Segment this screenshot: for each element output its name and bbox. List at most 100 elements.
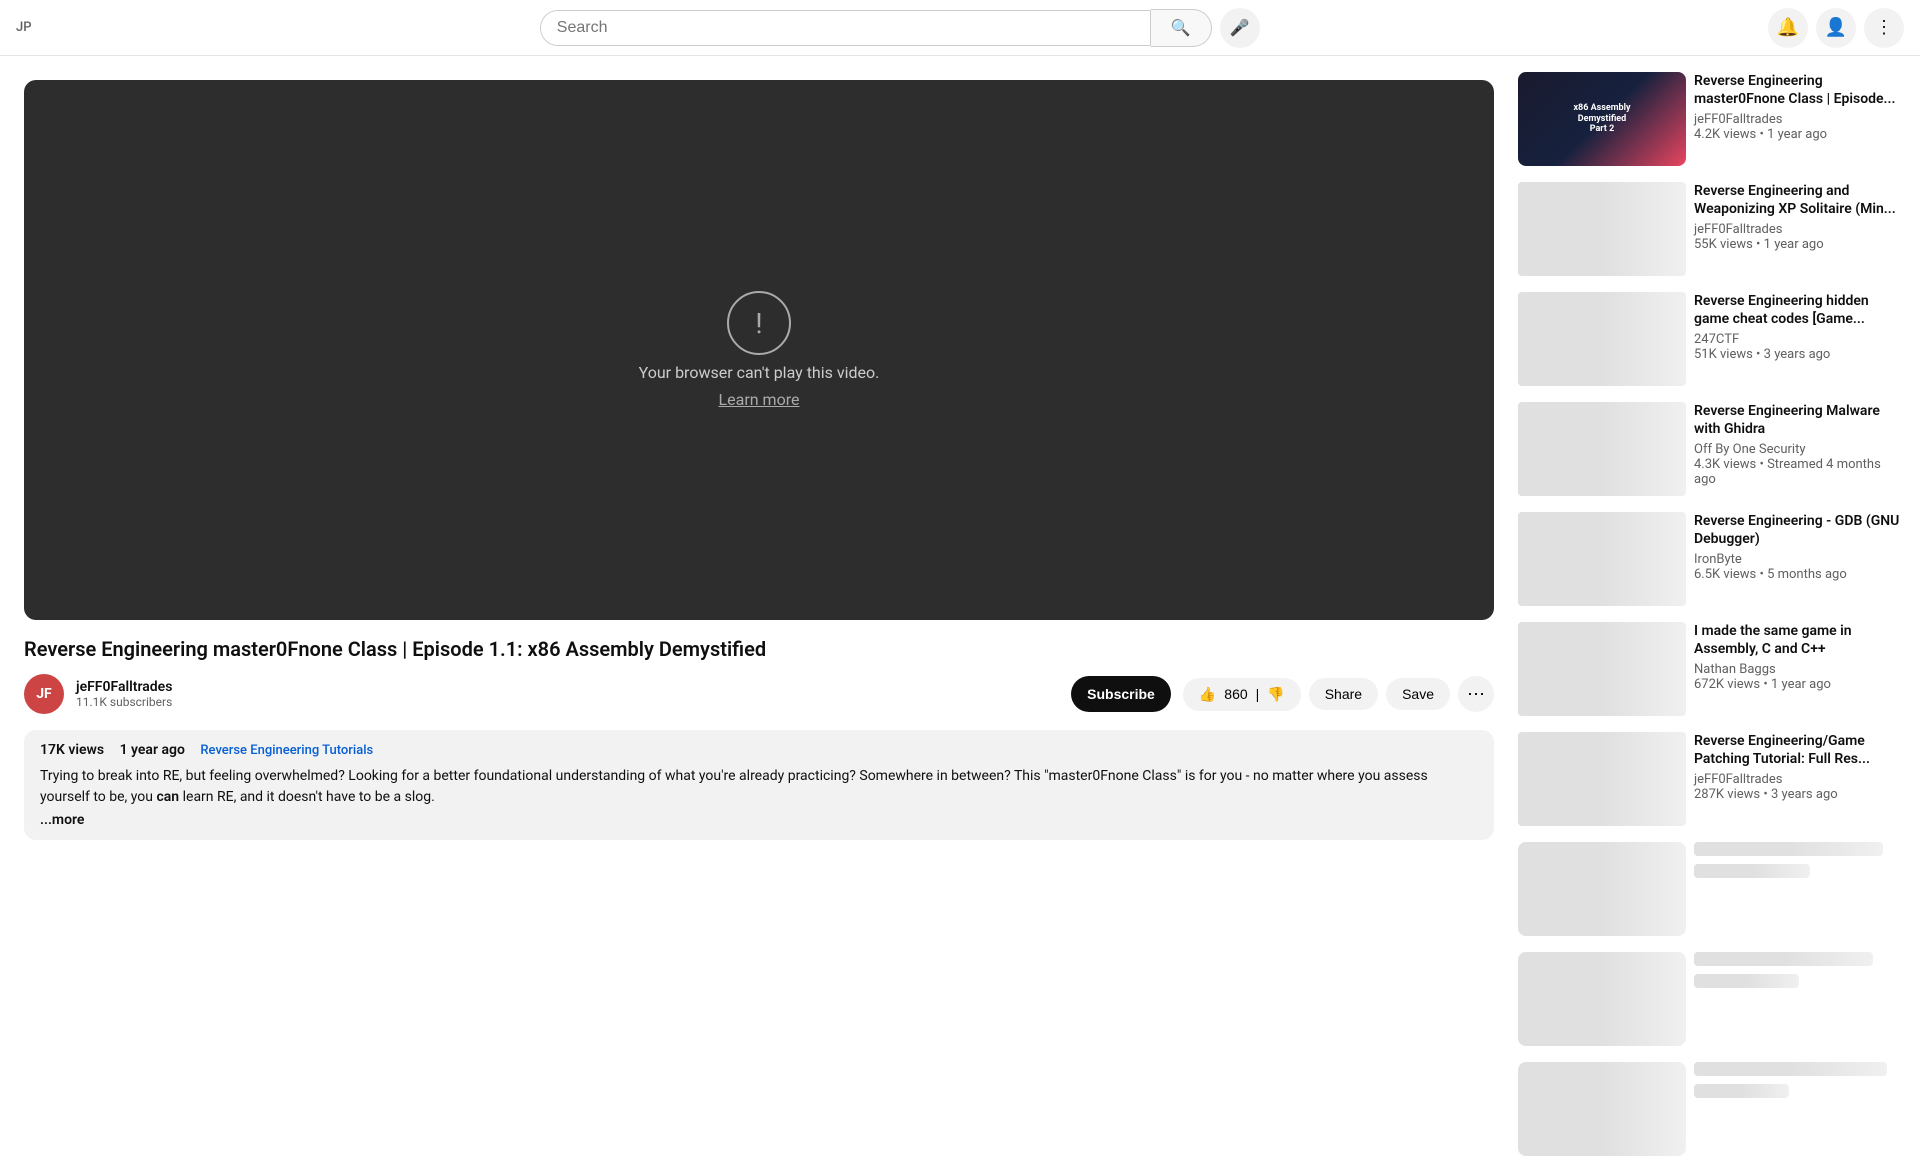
sidebar-meta-6: 287K views • 3 years ago bbox=[1694, 787, 1904, 802]
more-options-button[interactable]: ⋮ bbox=[1864, 8, 1904, 48]
thumbs-up-icon: 👍 bbox=[1199, 686, 1216, 703]
sidebar-thumb-5 bbox=[1518, 622, 1686, 716]
channel-info: jeFF0Falltrades 11.1K subscribers bbox=[76, 679, 1059, 709]
header-left: JP bbox=[16, 20, 32, 35]
sidebar-thumb-4 bbox=[1518, 512, 1686, 606]
sidebar-channel-1: jeFF0Falltrades bbox=[1694, 222, 1904, 237]
video-error: ! Your browser can't play this video. Le… bbox=[639, 291, 880, 409]
sidebar-channel-2: 247CTF bbox=[1694, 332, 1904, 347]
subscribe-button[interactable]: Subscribe bbox=[1071, 676, 1171, 712]
sidebar-video-info-0: Reverse Engineering master0Fnone Class |… bbox=[1694, 72, 1904, 166]
notification-icon: 🔔 bbox=[1777, 17, 1799, 38]
sidebar-thumb-2 bbox=[1518, 292, 1686, 386]
action-buttons: 👍 860 | 👎 Share Save ⋯ bbox=[1183, 676, 1494, 712]
skeleton-row-1 bbox=[1518, 952, 1904, 1046]
skeleton-info-b bbox=[1694, 952, 1904, 1046]
mic-button[interactable]: 🎤 bbox=[1220, 8, 1260, 48]
sidebar-meta-2: 51K views • 3 years ago bbox=[1694, 347, 1904, 362]
sidebar-channel-4: IronByte bbox=[1694, 552, 1904, 567]
divider: | bbox=[1256, 686, 1260, 702]
view-count: 17K views bbox=[40, 742, 104, 758]
sidebar-thumb-6 bbox=[1518, 732, 1686, 826]
sidebar-meta-1: 55K views • 1 year ago bbox=[1694, 237, 1904, 252]
like-count: 860 bbox=[1224, 686, 1247, 702]
skeleton-thumb-c bbox=[1518, 1062, 1686, 1156]
channel-row: JF jeFF0Falltrades 11.1K subscribers Sub… bbox=[24, 674, 1494, 714]
save-button[interactable]: Save bbox=[1386, 678, 1450, 710]
profile-icon: 👤 bbox=[1825, 17, 1847, 38]
sidebar-video-title-4: Reverse Engineering - GDB (GNU Debugger) bbox=[1694, 512, 1904, 548]
sidebar-channel-3: Off By One Security bbox=[1694, 442, 1904, 457]
sidebar-meta-3: 4.3K views • Streamed 4 months ago bbox=[1694, 457, 1904, 487]
main-layout: ! Your browser can't play this video. Le… bbox=[0, 56, 1920, 1172]
share-button[interactable]: Share bbox=[1309, 678, 1378, 710]
sidebar-video-info-4: Reverse Engineering - GDB (GNU Debugger)… bbox=[1694, 512, 1904, 606]
sidebar-video-title-1: Reverse Engineering and Weaponizing XP S… bbox=[1694, 182, 1904, 218]
sidebar-video-5[interactable]: I made the same game in Assembly, C and … bbox=[1518, 622, 1904, 716]
channel-avatar: JF bbox=[24, 674, 64, 714]
sidebar-video-2[interactable]: Reverse Engineering hidden game cheat co… bbox=[1518, 292, 1904, 386]
video-player: ! Your browser can't play this video. Le… bbox=[24, 80, 1494, 620]
sidebar-video-title-3: Reverse Engineering Malware with Ghidra bbox=[1694, 402, 1904, 438]
skeleton-thumb-b bbox=[1518, 952, 1686, 1046]
more-icon: ⋮ bbox=[1875, 17, 1893, 38]
mic-icon: 🎤 bbox=[1230, 18, 1250, 38]
skeleton-thumb-a bbox=[1518, 842, 1686, 936]
sidebar-video-6[interactable]: Reverse Engineering/Game Patching Tutori… bbox=[1518, 732, 1904, 826]
sidebar: x86 AssemblyDemystifiedPart 2 Reverse En… bbox=[1518, 56, 1920, 1172]
logo-text: JP bbox=[16, 20, 32, 35]
show-more-button[interactable]: ...more bbox=[40, 812, 84, 828]
learn-more-link[interactable]: Learn more bbox=[719, 390, 800, 409]
error-icon: ! bbox=[727, 291, 791, 355]
profile-button[interactable]: 👤 bbox=[1816, 8, 1856, 48]
sidebar-video-info-5: I made the same game in Assembly, C and … bbox=[1694, 622, 1904, 716]
header: JP 🔍 🎤 🔔 👤 ⋮ bbox=[0, 0, 1920, 56]
sidebar-meta-5: 672K views • 1 year ago bbox=[1694, 677, 1904, 692]
sidebar-channel-6: jeFF0Falltrades bbox=[1694, 772, 1904, 787]
video-title: Reverse Engineering master0Fnone Class |… bbox=[24, 636, 1494, 662]
sidebar-channel-5: Nathan Baggs bbox=[1694, 662, 1904, 677]
channel-name[interactable]: jeFF0Falltrades bbox=[76, 679, 1059, 695]
search-button[interactable]: 🔍 bbox=[1151, 9, 1212, 47]
error-text: Your browser can't play this video. bbox=[639, 363, 880, 382]
skeleton-info-c bbox=[1694, 1062, 1904, 1156]
sidebar-video-title-5: I made the same game in Assembly, C and … bbox=[1694, 622, 1904, 658]
sidebar-video-info-1: Reverse Engineering and Weaponizing XP S… bbox=[1694, 182, 1904, 276]
description-box: 17K views 1 year ago Reverse Engineering… bbox=[24, 730, 1494, 840]
sidebar-video-info-3: Reverse Engineering Malware with Ghidra … bbox=[1694, 402, 1904, 496]
skeleton-row-2 bbox=[1518, 1062, 1904, 1156]
video-section: ! Your browser can't play this video. Le… bbox=[0, 56, 1518, 1172]
thumbs-down-icon: 👎 bbox=[1267, 686, 1284, 703]
more-actions-button[interactable]: ⋯ bbox=[1458, 676, 1494, 712]
sidebar-thumb-1 bbox=[1518, 182, 1686, 276]
more-dots-icon: ⋯ bbox=[1467, 684, 1485, 705]
sidebar-video-title-0: Reverse Engineering master0Fnone Class |… bbox=[1694, 72, 1904, 108]
skeleton-row-0 bbox=[1518, 842, 1904, 936]
description-end: learn RE, and it doesn't have to be a sl… bbox=[183, 789, 435, 805]
sidebar-video-info-6: Reverse Engineering/Game Patching Tutori… bbox=[1694, 732, 1904, 826]
avatar-text: JF bbox=[36, 686, 52, 702]
notification-button[interactable]: 🔔 bbox=[1768, 8, 1808, 48]
sidebar-video-title-6: Reverse Engineering/Game Patching Tutori… bbox=[1694, 732, 1904, 768]
sidebar-video-1[interactable]: Reverse Engineering and Weaponizing XP S… bbox=[1518, 182, 1904, 276]
header-right: 🔔 👤 ⋮ bbox=[1768, 8, 1904, 48]
desc-text: Trying to break into RE, but feeling ove… bbox=[40, 766, 1478, 808]
desc-category[interactable]: Reverse Engineering Tutorials bbox=[200, 743, 373, 758]
sidebar-video-3[interactable]: Reverse Engineering Malware with Ghidra … bbox=[1518, 402, 1904, 496]
like-button[interactable]: 👍 860 | 👎 bbox=[1183, 678, 1301, 711]
sidebar-channel-0: jeFF0Falltrades bbox=[1694, 112, 1904, 127]
sidebar-video-info-2: Reverse Engineering hidden game cheat co… bbox=[1694, 292, 1904, 386]
sidebar-meta-0: 4.2K views • 1 year ago bbox=[1694, 127, 1904, 142]
sidebar-video-4[interactable]: Reverse Engineering - GDB (GNU Debugger)… bbox=[1518, 512, 1904, 606]
sidebar-video-0[interactable]: x86 AssemblyDemystifiedPart 2 Reverse En… bbox=[1518, 72, 1904, 166]
description-bold: can bbox=[156, 789, 179, 805]
upload-date: 1 year ago bbox=[120, 742, 185, 758]
search-input-wrap bbox=[540, 10, 1151, 46]
sidebar-video-title-2: Reverse Engineering hidden game cheat co… bbox=[1694, 292, 1904, 328]
sidebar-thumb-0: x86 AssemblyDemystifiedPart 2 bbox=[1518, 72, 1686, 166]
search-input[interactable] bbox=[541, 11, 1150, 45]
channel-subs: 11.1K subscribers bbox=[76, 695, 1059, 709]
skeleton-info-a bbox=[1694, 842, 1904, 936]
desc-meta: 17K views 1 year ago Reverse Engineering… bbox=[40, 742, 1478, 758]
sidebar-thumb-3 bbox=[1518, 402, 1686, 496]
